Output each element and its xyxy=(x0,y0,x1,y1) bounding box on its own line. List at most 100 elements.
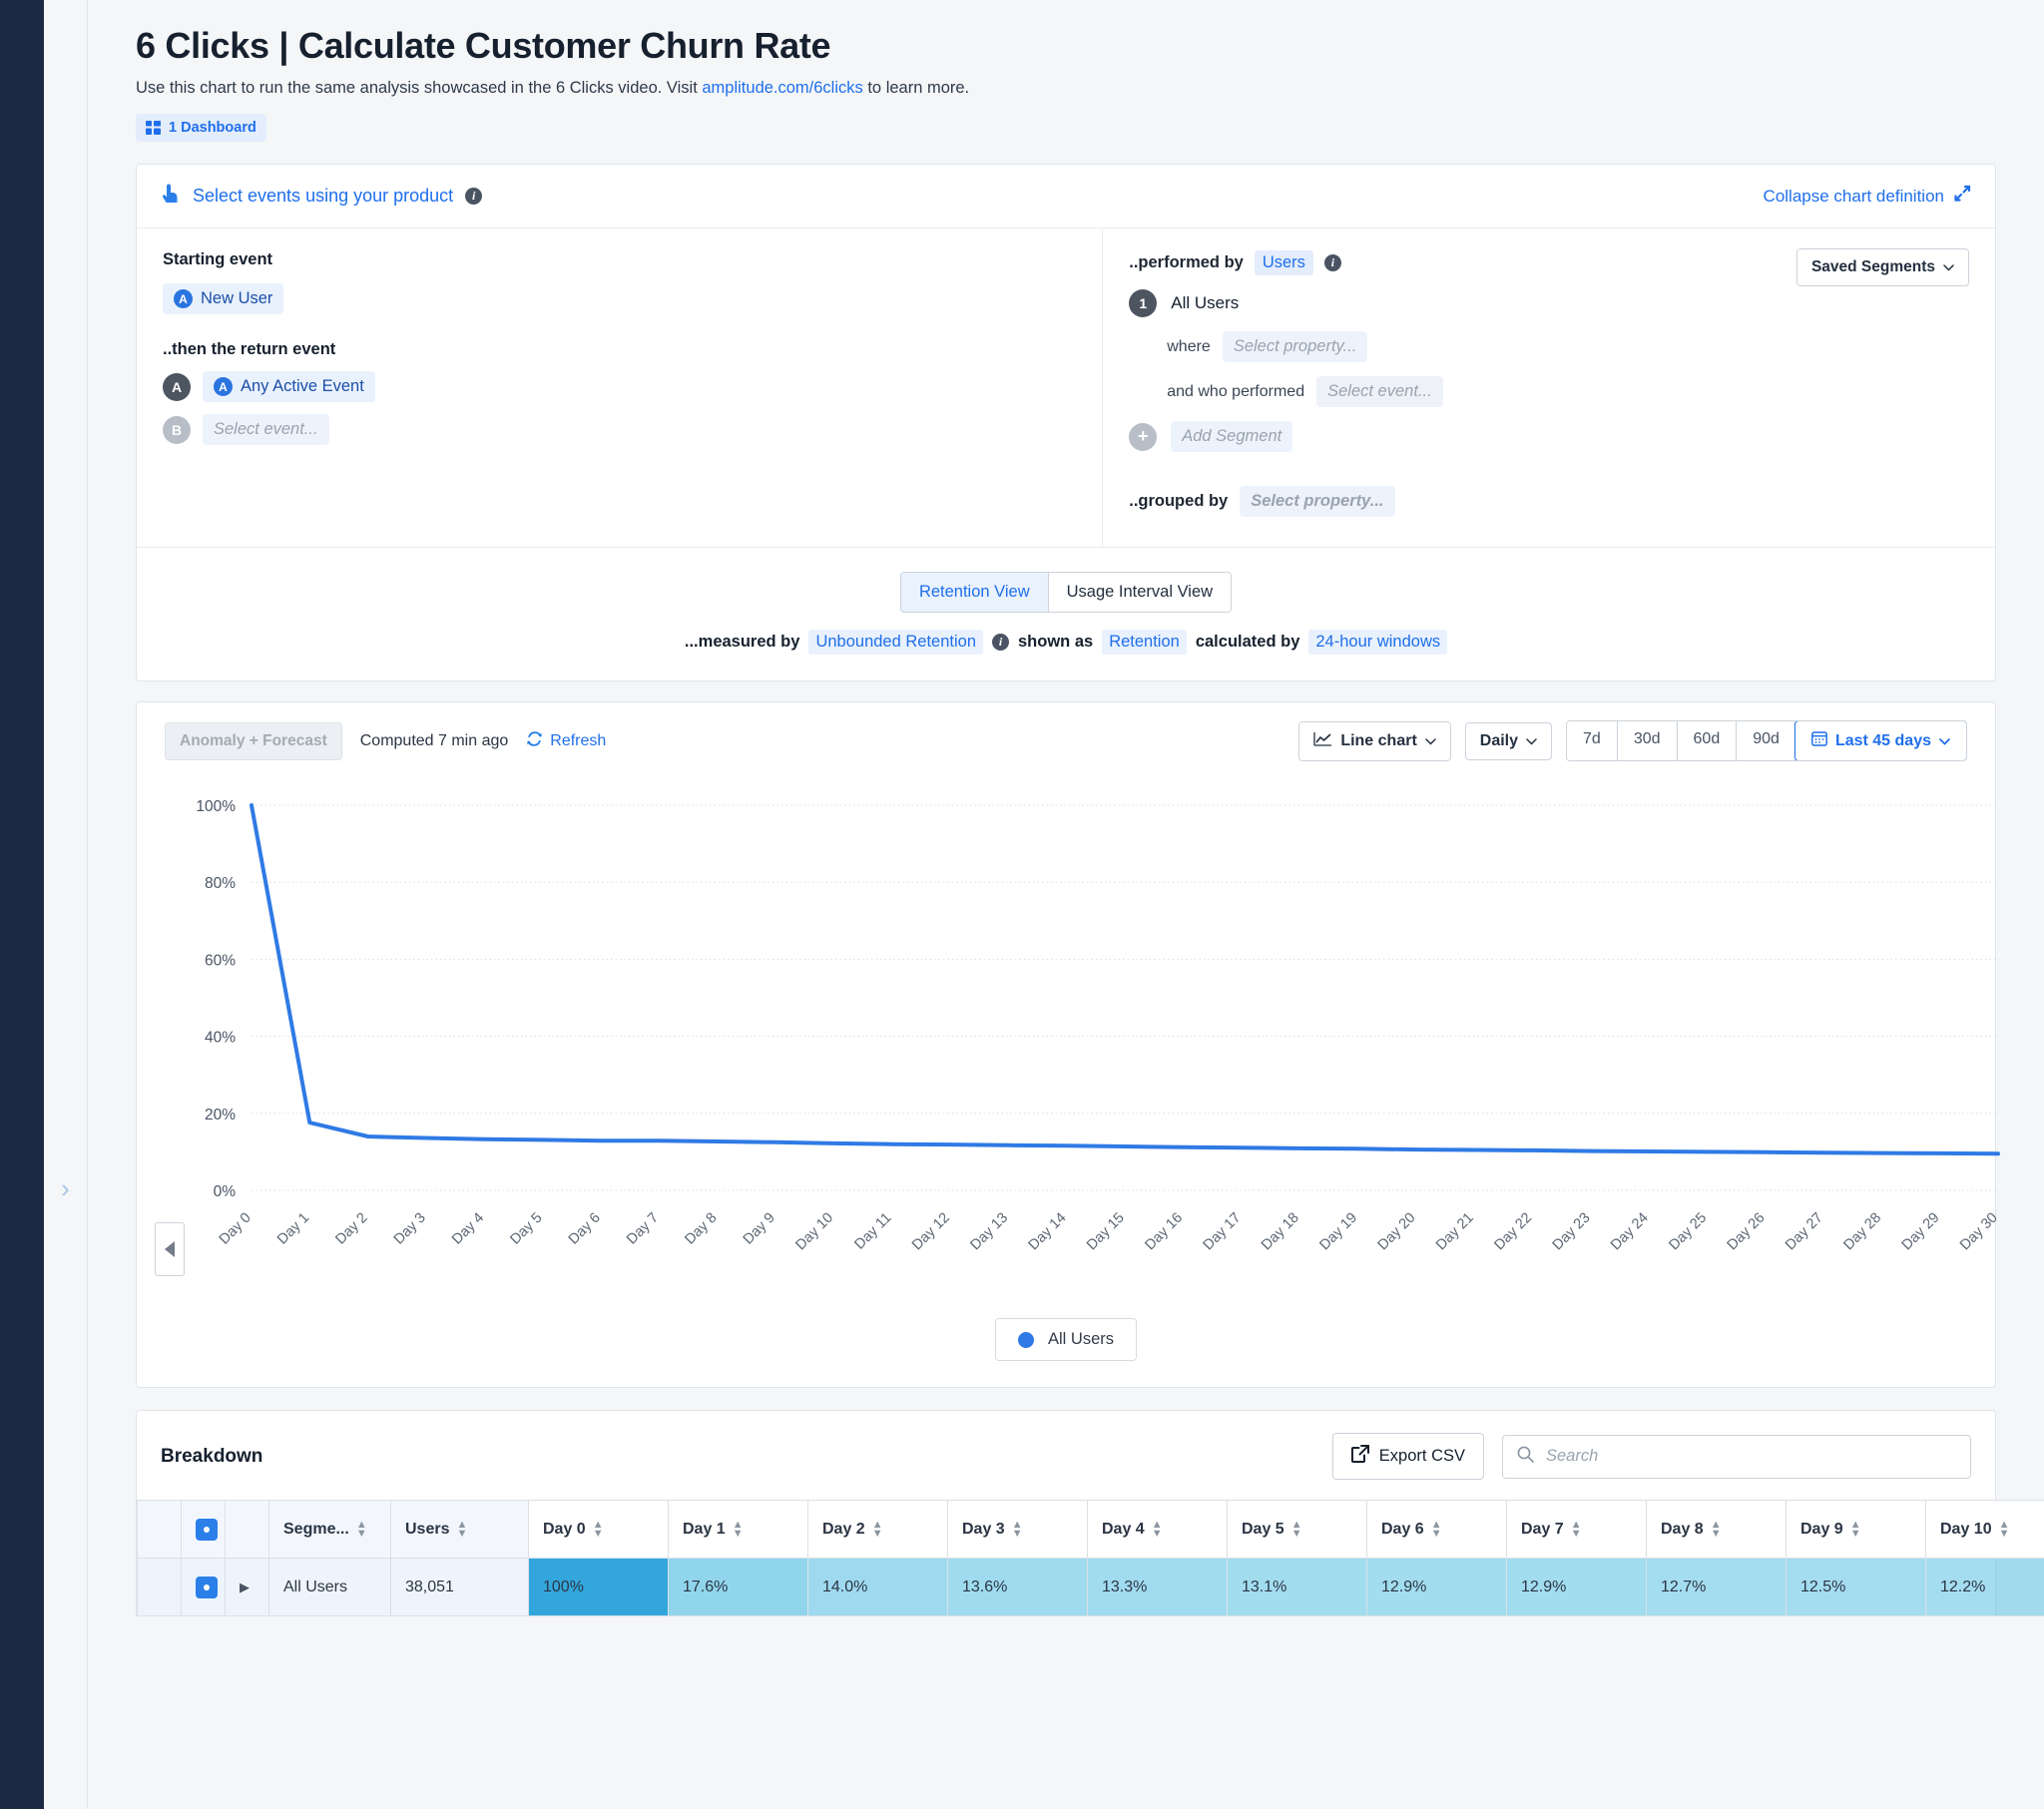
table-row[interactable]: ▶ All Users 38,051 100% 17.6% 14.0% 13.6% 13.3%… xyxy=(137,1558,2044,1617)
sort-icon[interactable]: ▲ ▼ xyxy=(1711,1520,1722,1540)
table-header-row: Segme... ▲ ▼ Users ▲ ▼ Day 0 ▲ ▼ Day 1 ▲ ▼ Day 2 ▲ ▼ Da… xyxy=(137,1500,2044,1560)
plus-icon: + xyxy=(1129,422,1158,451)
info-icon[interactable]: i xyxy=(992,634,1009,652)
sort-icon[interactable]: ▲ ▼ xyxy=(1152,1520,1163,1540)
sort-icon[interactable]: ▲ ▼ xyxy=(1850,1520,1861,1540)
return-event-chip-a[interactable]: A Any Active Event xyxy=(203,371,375,403)
legend-item-all-users[interactable]: All Users xyxy=(994,1318,1137,1362)
sort-icon[interactable]: ▲ ▼ xyxy=(356,1520,367,1540)
amplitude-6clicks-link[interactable]: amplitude.com/6clicks xyxy=(702,79,862,97)
saved-segments-label: Saved Segments xyxy=(1810,258,1935,276)
chart-scroll-left-button[interactable] xyxy=(155,1222,185,1277)
column-header-label: Day 7 xyxy=(1521,1520,1564,1538)
line-chart-icon xyxy=(1313,731,1332,751)
info-icon[interactable]: i xyxy=(1323,254,1341,272)
range-30d[interactable]: 30d xyxy=(1616,721,1677,761)
chart-card: Anomaly + Forecast Computed 7 min ago Re… xyxy=(136,701,2001,1389)
measured-by-value[interactable]: Unbounded Retention xyxy=(808,630,983,656)
row-expand-cell[interactable]: ▶ xyxy=(225,1558,269,1617)
chart-toolbar-right: Line chart Daily 7d 30d 60d 90d Last 45 … xyxy=(1298,720,1967,762)
add-segment-row[interactable]: + Add Segment xyxy=(1129,421,1969,453)
column-header-users[interactable]: Users ▲ ▼ xyxy=(390,1500,529,1560)
and-who-performed-input[interactable]: Select event... xyxy=(1316,376,1443,408)
collapse-chart-definition-button[interactable]: Collapse chart definition xyxy=(1764,185,1971,208)
select-all-checkbox[interactable] xyxy=(196,1518,218,1541)
starting-event-chip[interactable]: A New User xyxy=(163,283,284,315)
sort-icon[interactable]: ▲ ▼ xyxy=(733,1520,744,1540)
breakdown-search-input[interactable] xyxy=(1544,1446,1956,1468)
column-header-day-9[interactable]: Day 9 ▲ ▼ xyxy=(1786,1500,1926,1560)
breakdown-title: Breakdown xyxy=(161,1445,263,1467)
column-header-segme[interactable]: Segme... ▲ ▼ xyxy=(268,1500,391,1560)
grouped-by-input[interactable]: Select property... xyxy=(1240,486,1395,518)
export-csv-button[interactable]: Export CSV xyxy=(1331,1433,1484,1481)
starting-event-row: A New User xyxy=(163,283,1076,315)
svg-text:Day 26: Day 26 xyxy=(1725,1210,1769,1254)
column-header-day-3[interactable]: Day 3 ▲ ▼ xyxy=(947,1500,1088,1560)
chart-type-dropdown[interactable]: Line chart xyxy=(1298,720,1451,761)
measured-by-label: ...measured by xyxy=(684,633,800,652)
row-checkbox[interactable] xyxy=(196,1576,218,1598)
sort-icon[interactable]: ▲ ▼ xyxy=(1571,1520,1582,1540)
where-property-input[interactable]: Select property... xyxy=(1222,331,1368,363)
svg-text:Day 18: Day 18 xyxy=(1259,1210,1302,1254)
sort-icon[interactable]: ▲ ▼ xyxy=(1999,1520,2010,1540)
svg-text:Day 9: Day 9 xyxy=(741,1210,778,1248)
column-header-day-5[interactable]: Day 5 ▲ ▼ xyxy=(1227,1500,1367,1560)
expand-sidebar-chevron-icon[interactable]: › xyxy=(61,1175,70,1201)
page-subtitle: Use this chart to run the same analysis … xyxy=(136,79,2044,98)
column-header-day-10[interactable]: Day 10 ▲ ▼ xyxy=(1925,1500,2044,1560)
svg-text:Day 1: Day 1 xyxy=(274,1210,312,1248)
breakdown-search-box[interactable] xyxy=(1502,1434,1971,1479)
chart-plot-area[interactable]: 0% 20% 40% 60% 80% 100% Day 0 Day 1 Day 2 Day 3 Da… xyxy=(137,791,2033,1260)
calculated-by-value[interactable]: 24-hour windows xyxy=(1308,630,1448,656)
saved-segments-dropdown[interactable]: Saved Segments xyxy=(1795,248,1969,287)
range-90d[interactable]: 90d xyxy=(1736,721,1795,761)
column-header-day-6[interactable]: Day 6 ▲ ▼ xyxy=(1366,1500,1507,1560)
legend-label: All Users xyxy=(1047,1330,1114,1349)
export-icon xyxy=(1350,1445,1369,1468)
tab-usage-interval-view[interactable]: Usage Interval View xyxy=(1047,573,1232,613)
range-custom-selected[interactable]: Last 45 days xyxy=(1793,721,1967,761)
sort-icon[interactable]: ▲ ▼ xyxy=(1012,1520,1023,1540)
return-event-chip-a-label: Any Active Event xyxy=(241,377,364,396)
range-60d[interactable]: 60d xyxy=(1676,721,1737,761)
dashboard-count-badge[interactable]: 1 Dashboard xyxy=(136,114,266,143)
range-7d[interactable]: 7d xyxy=(1567,721,1617,761)
select-events-label[interactable]: Select events using your product xyxy=(193,186,453,207)
sort-icon[interactable]: ▲ ▼ xyxy=(456,1520,467,1540)
performed-by-value[interactable]: Users xyxy=(1254,250,1313,276)
svg-text:Day 17: Day 17 xyxy=(1201,1210,1245,1254)
tab-retention-view[interactable]: Retention View xyxy=(900,573,1048,613)
column-header-day-7[interactable]: Day 7 ▲ ▼ xyxy=(1506,1500,1647,1560)
column-header-day-2[interactable]: Day 2 ▲ ▼ xyxy=(807,1500,948,1560)
row-checkbox-cell[interactable] xyxy=(181,1558,226,1617)
cell-day-7: 12.9% xyxy=(1506,1558,1647,1617)
column-header-day-4[interactable]: Day 4 ▲ ▼ xyxy=(1087,1500,1228,1560)
shown-as-value[interactable]: Retention xyxy=(1102,630,1187,656)
column-header-label: Day 6 xyxy=(1381,1520,1424,1538)
anomaly-forecast-button[interactable]: Anomaly + Forecast xyxy=(165,721,342,760)
svg-text:Day 10: Day 10 xyxy=(792,1210,836,1254)
sort-icon[interactable]: ▲ ▼ xyxy=(872,1520,883,1540)
column-header-label: Users xyxy=(405,1520,450,1538)
export-csv-label: Export CSV xyxy=(1378,1447,1465,1466)
sidebar-collapsed-panel: › xyxy=(44,0,88,1809)
return-event-chip-b[interactable]: Select event... xyxy=(203,414,329,446)
app-root: › 6 Clicks | Calculate Customer Churn Ra… xyxy=(0,0,2044,1809)
column-header-day-8[interactable]: Day 8 ▲ ▼ xyxy=(1646,1500,1787,1560)
sort-icon[interactable]: ▲ ▼ xyxy=(1431,1520,1442,1540)
svg-text:Day 0: Day 0 xyxy=(217,1210,255,1248)
column-header-day-1[interactable]: Day 1 ▲ ▼ xyxy=(668,1500,808,1560)
svg-text:Day 24: Day 24 xyxy=(1608,1210,1652,1254)
chevron-right-icon[interactable]: ▶ xyxy=(240,1580,250,1594)
return-event-row-a: A A Any Active Event xyxy=(163,371,1076,403)
info-icon[interactable]: i xyxy=(465,188,483,206)
subtitle-text-before: Use this chart to run the same analysis … xyxy=(136,79,703,98)
select-all-checkbox-cell-2[interactable] xyxy=(181,1500,226,1560)
refresh-button[interactable]: Refresh xyxy=(526,730,606,752)
sort-icon[interactable]: ▲ ▼ xyxy=(1291,1520,1302,1540)
interval-dropdown[interactable]: Daily xyxy=(1464,721,1553,760)
sort-icon[interactable]: ▲ ▼ xyxy=(593,1520,604,1540)
column-header-day-0[interactable]: Day 0 ▲ ▼ xyxy=(528,1500,669,1560)
